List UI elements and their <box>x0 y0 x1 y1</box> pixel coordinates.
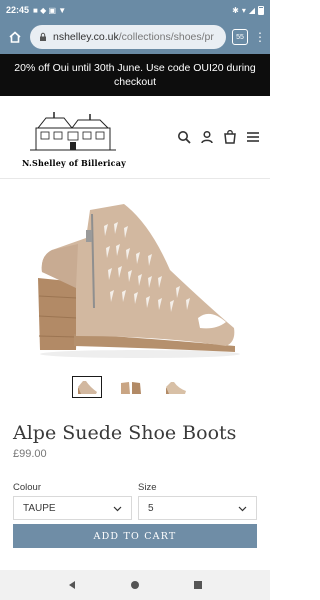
lock-icon <box>40 32 46 41</box>
system-nav-bar <box>0 570 270 600</box>
hamburger-menu-icon[interactable] <box>246 130 260 144</box>
status-time: 22:45 <box>6 5 30 15</box>
colour-label: Colour <box>13 482 41 493</box>
status-right-icons: ✱ ▾ ◢ <box>232 5 264 15</box>
status-bar: 22:45 ■ ◆ ▣ ▼ ✱ ▾ ◢ <box>0 0 270 20</box>
logo-text: N.Shelley of Billericay <box>22 158 126 168</box>
product-main-image[interactable] <box>30 196 242 360</box>
add-to-cart-button[interactable]: ADD TO CART <box>13 524 257 548</box>
notification-icons: ■ ◆ ▣ ▼ <box>33 5 67 15</box>
header-divider <box>0 178 270 179</box>
size-value: 5 <box>148 502 154 514</box>
bluetooth-icon: ✱ <box>232 5 239 15</box>
wifi-icon: ▾ <box>241 5 246 15</box>
product-thumbnails <box>72 376 190 398</box>
tab-switcher-button[interactable]: 55 <box>232 29 248 45</box>
url-domain: nshelley.co.uk <box>53 31 119 43</box>
battery-icon <box>258 5 264 15</box>
product-price: £99.00 <box>13 448 47 460</box>
browser-toolbar: nshelley.co.uk/collections/shoes/pr 55 ⋮ <box>0 20 270 54</box>
colour-select[interactable]: TAUPE <box>13 496 132 520</box>
shop-building-drawing <box>30 112 116 151</box>
product-title: Alpe Suede Shoe Boots <box>13 422 237 444</box>
site-logo[interactable]: N.Shelley of Billericay <box>16 106 132 168</box>
home-icon[interactable] <box>6 28 24 46</box>
address-bar[interactable]: nshelley.co.uk/collections/shoes/pr <box>30 25 226 49</box>
colour-value: TAUPE <box>23 502 56 514</box>
promo-banner[interactable]: 20% off Oui until 30th June. Use code OU… <box>0 54 270 96</box>
home-button-icon[interactable] <box>129 579 141 591</box>
chevron-down-icon <box>113 506 122 511</box>
size-label: Size <box>138 482 157 493</box>
back-icon[interactable] <box>66 579 78 591</box>
url-text: nshelley.co.uk/collections/shoes/pr <box>53 31 214 43</box>
site-header: N.Shelley of Billericay <box>0 96 270 176</box>
signal-icon: ◢ <box>248 5 255 15</box>
account-icon[interactable] <box>200 130 214 144</box>
url-path: /collections/shoes/pr <box>118 31 214 43</box>
recents-icon[interactable] <box>192 579 204 591</box>
chevron-down-icon <box>238 506 247 511</box>
cart-icon[interactable] <box>223 129 237 144</box>
thumbnail-pair-view[interactable] <box>116 376 146 398</box>
size-select[interactable]: 5 <box>138 496 257 520</box>
thumbnail-side-view[interactable] <box>72 376 102 398</box>
thumbnail-angle-view[interactable] <box>160 376 190 398</box>
search-icon[interactable] <box>177 130 191 144</box>
browser-menu-icon[interactable]: ⋮ <box>254 31 266 43</box>
